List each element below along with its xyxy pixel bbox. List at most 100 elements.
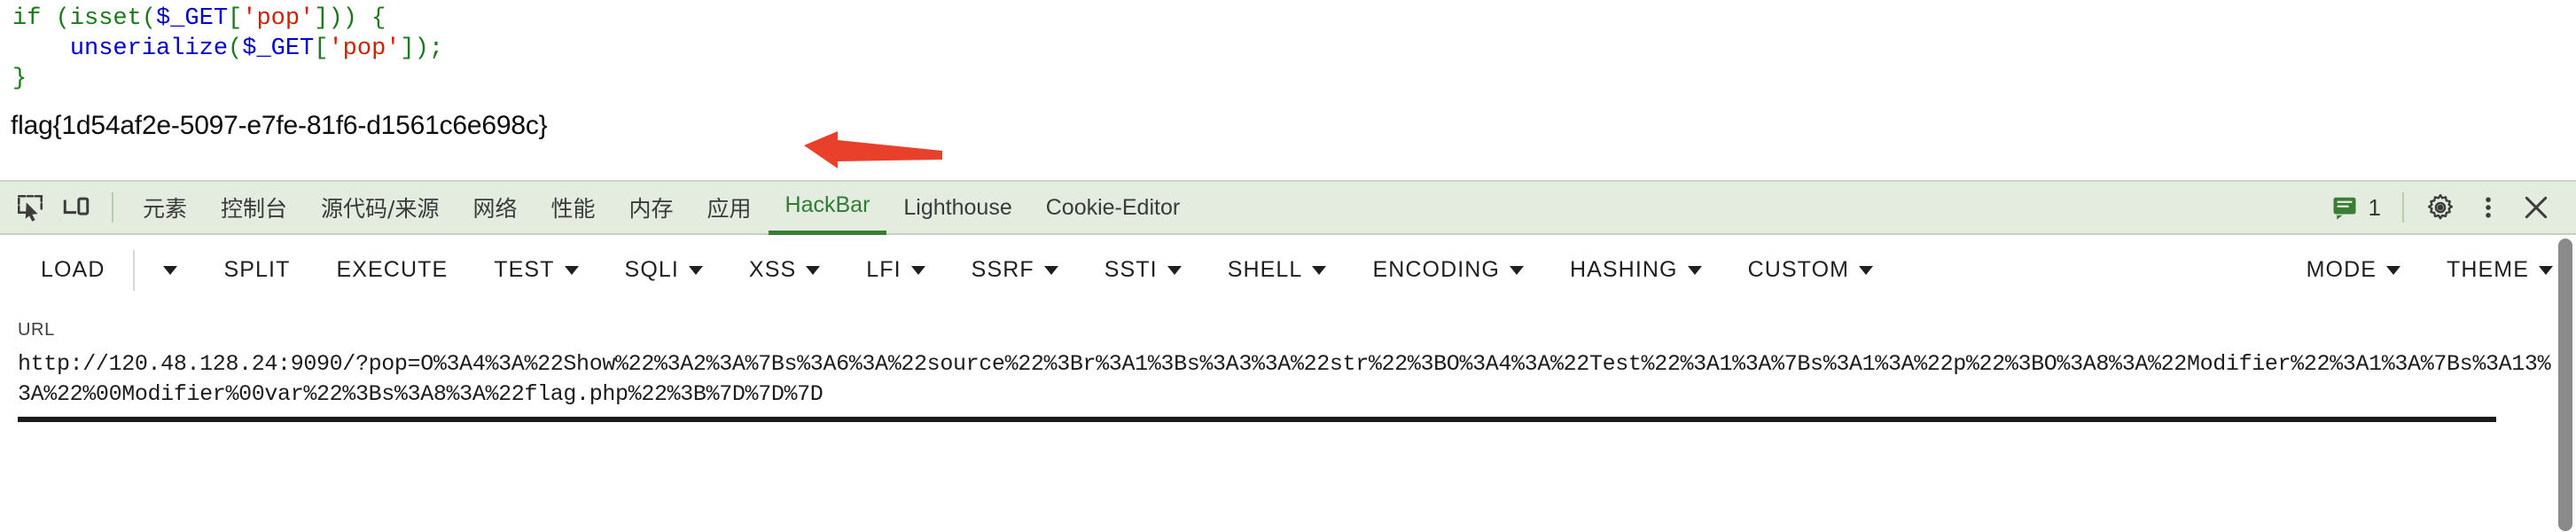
tab-memory[interactable]: 内存 <box>613 180 691 235</box>
devtools-tabs: 元素 控制台 源代码/来源 网络 性能 内存 应用 HackBar Lighthouse Cook… <box>126 180 1197 235</box>
code-token: $_GET <box>242 35 315 62</box>
url-label: URL <box>18 320 55 340</box>
close-devtools-icon[interactable] <box>2512 184 2560 231</box>
chevron-down-icon <box>806 265 821 275</box>
hackbar-theme-menu[interactable]: THEME <box>2424 246 2576 295</box>
hackbar-shell-menu[interactable]: SHELL <box>1205 246 1350 295</box>
hackbar-button-label: SPLIT <box>223 257 291 282</box>
code-token: ]); <box>400 35 444 62</box>
url-input-underline <box>18 417 2496 422</box>
hackbar-button-label: SHELL <box>1227 257 1303 282</box>
code-line: unserialize($_GET['pop']); <box>12 34 443 64</box>
code-line: } <box>12 64 443 94</box>
hackbar-button-label: MODE <box>2306 257 2377 282</box>
scrollbar-thumb[interactable] <box>2558 239 2572 531</box>
hackbar-hashing-menu[interactable]: HASHING <box>1547 246 1725 295</box>
hackbar-button-label: SQLI <box>624 257 679 282</box>
chevron-down-icon <box>1312 265 1327 275</box>
hackbar-test-menu[interactable]: TEST <box>471 246 601 295</box>
php-source-code: if (isset($_GET['pop'])) { unserialize($… <box>12 4 443 94</box>
tab-network[interactable]: 网络 <box>456 180 534 235</box>
hackbar-url-section: URL http://120.48.128.24:9090/?pop=O%3A4… <box>0 306 2576 422</box>
hackbar-button-label: TEST <box>494 257 555 282</box>
chevron-down-icon <box>2539 265 2553 275</box>
tab-console[interactable]: 控制台 <box>204 180 304 235</box>
more-options-icon[interactable] <box>2464 184 2512 231</box>
code-line: if (isset($_GET['pop'])) { <box>12 4 443 34</box>
chevron-down-icon <box>1859 265 1874 275</box>
page-content-area: if (isset($_GET['pop'])) { unserialize($… <box>0 0 2576 180</box>
tab-label: 控制台 <box>221 196 288 222</box>
device-toolbar-icon[interactable] <box>53 184 99 231</box>
tab-label: 应用 <box>706 196 752 222</box>
chevron-down-icon <box>1167 265 1182 275</box>
chevron-down-icon <box>1043 265 1058 275</box>
code-token: if (isset( <box>12 5 157 32</box>
hackbar-button-label: XSS <box>748 257 797 282</box>
hackbar-encoding-menu[interactable]: ENCODING <box>1349 246 1547 295</box>
hackbar-lfi-menu[interactable]: LFI <box>843 246 948 295</box>
annotation-arrow-icon <box>804 131 942 168</box>
hackbar-button-label: HASHING <box>1569 257 1678 282</box>
hackbar-sqli-menu[interactable]: SQLI <box>602 246 726 295</box>
hackbar-custom-menu[interactable]: CUSTOM <box>1725 246 1896 295</box>
chevron-down-icon <box>1687 265 1702 275</box>
hackbar-button-label: CUSTOM <box>1747 257 1850 282</box>
hackbar-load-button[interactable]: LOAD <box>18 246 128 295</box>
tab-application[interactable]: 应用 <box>691 180 769 235</box>
hackbar-button-label: EXECUTE <box>336 257 449 282</box>
tab-label: 元素 <box>143 196 188 222</box>
code-token: ])) { <box>314 5 386 32</box>
hackbar-ssrf-menu[interactable]: SSRF <box>948 246 1081 295</box>
tab-label: 网络 <box>472 196 518 222</box>
hackbar-execute-button[interactable]: EXECUTE <box>313 246 471 295</box>
tab-label: 性能 <box>550 196 596 222</box>
tab-cookie-editor[interactable]: Cookie-Editor <box>1029 180 1197 235</box>
inspect-element-icon[interactable] <box>7 184 53 231</box>
chevron-down-icon <box>2386 265 2400 275</box>
code-token: [ <box>228 5 243 32</box>
hackbar-mode-menu[interactable]: MODE <box>2283 246 2424 295</box>
tab-label: 内存 <box>628 196 674 222</box>
devtools-tabstrip: 元素 控制台 源代码/来源 网络 性能 内存 应用 HackBar Lighthouse Cook… <box>0 180 2576 235</box>
hackbar-load-menu-caret[interactable] <box>140 246 200 295</box>
hackbar-toolbar: LOAD SPLIT EXECUTE TEST SQLI XSS LFI SSRF SSTI SH… <box>0 235 2576 306</box>
tabstrip-divider <box>112 192 113 223</box>
tab-performance[interactable]: 性能 <box>534 180 612 235</box>
hackbar-button-label: SSTI <box>1104 257 1158 282</box>
devtools-tabstrip-actions: 1 <box>2331 184 2576 231</box>
hackbar-button-label: SSRF <box>971 257 1034 282</box>
tab-label: 源代码/来源 <box>321 196 440 222</box>
chevron-down-icon <box>910 265 925 275</box>
devtools-panel: 元素 控制台 源代码/来源 网络 性能 内存 应用 HackBar Lighthouse Cook… <box>0 180 2576 532</box>
tab-label: HackBar <box>785 192 870 217</box>
code-token: unserialize <box>69 35 229 62</box>
code-token: $_GET <box>156 5 229 32</box>
url-input[interactable]: http://120.48.128.24:9090/?pop=O%3A4%3A%… <box>18 349 2558 415</box>
hackbar-xss-menu[interactable]: XSS <box>726 246 843 295</box>
code-token: ( <box>228 35 243 62</box>
flag-text: flag{1d54af2e-5097-e7fe-81f6-d1561c6e698… <box>11 111 548 140</box>
hackbar-ssti-menu[interactable]: SSTI <box>1081 246 1205 295</box>
chevron-down-icon <box>688 265 703 275</box>
devtools-vertical-scrollbar[interactable] <box>2558 239 2572 531</box>
tab-lighthouse[interactable]: Lighthouse <box>886 180 1028 235</box>
code-token: 'pop' <box>328 35 401 62</box>
code-token: } <box>12 66 27 92</box>
tab-elements[interactable]: 元素 <box>126 180 204 235</box>
tab-label: Lighthouse <box>903 194 1012 220</box>
chevron-down-icon <box>1509 265 1524 275</box>
hackbar-split-button[interactable]: SPLIT <box>200 246 313 295</box>
hackbar-button-label: LFI <box>866 257 902 282</box>
hackbar-button-label: LOAD <box>41 257 105 282</box>
hackbar-button-label: ENCODING <box>1372 257 1500 282</box>
code-token: 'pop' <box>242 5 315 32</box>
tab-hackbar[interactable]: HackBar <box>768 180 887 235</box>
tab-sources[interactable]: 源代码/来源 <box>304 180 456 235</box>
chevron-down-icon <box>163 265 178 275</box>
message-badge-icon[interactable]: 1 <box>2331 194 2381 222</box>
settings-gear-icon[interactable] <box>2416 184 2464 231</box>
code-token: [ <box>314 35 329 62</box>
hackbar-separator <box>133 249 136 291</box>
